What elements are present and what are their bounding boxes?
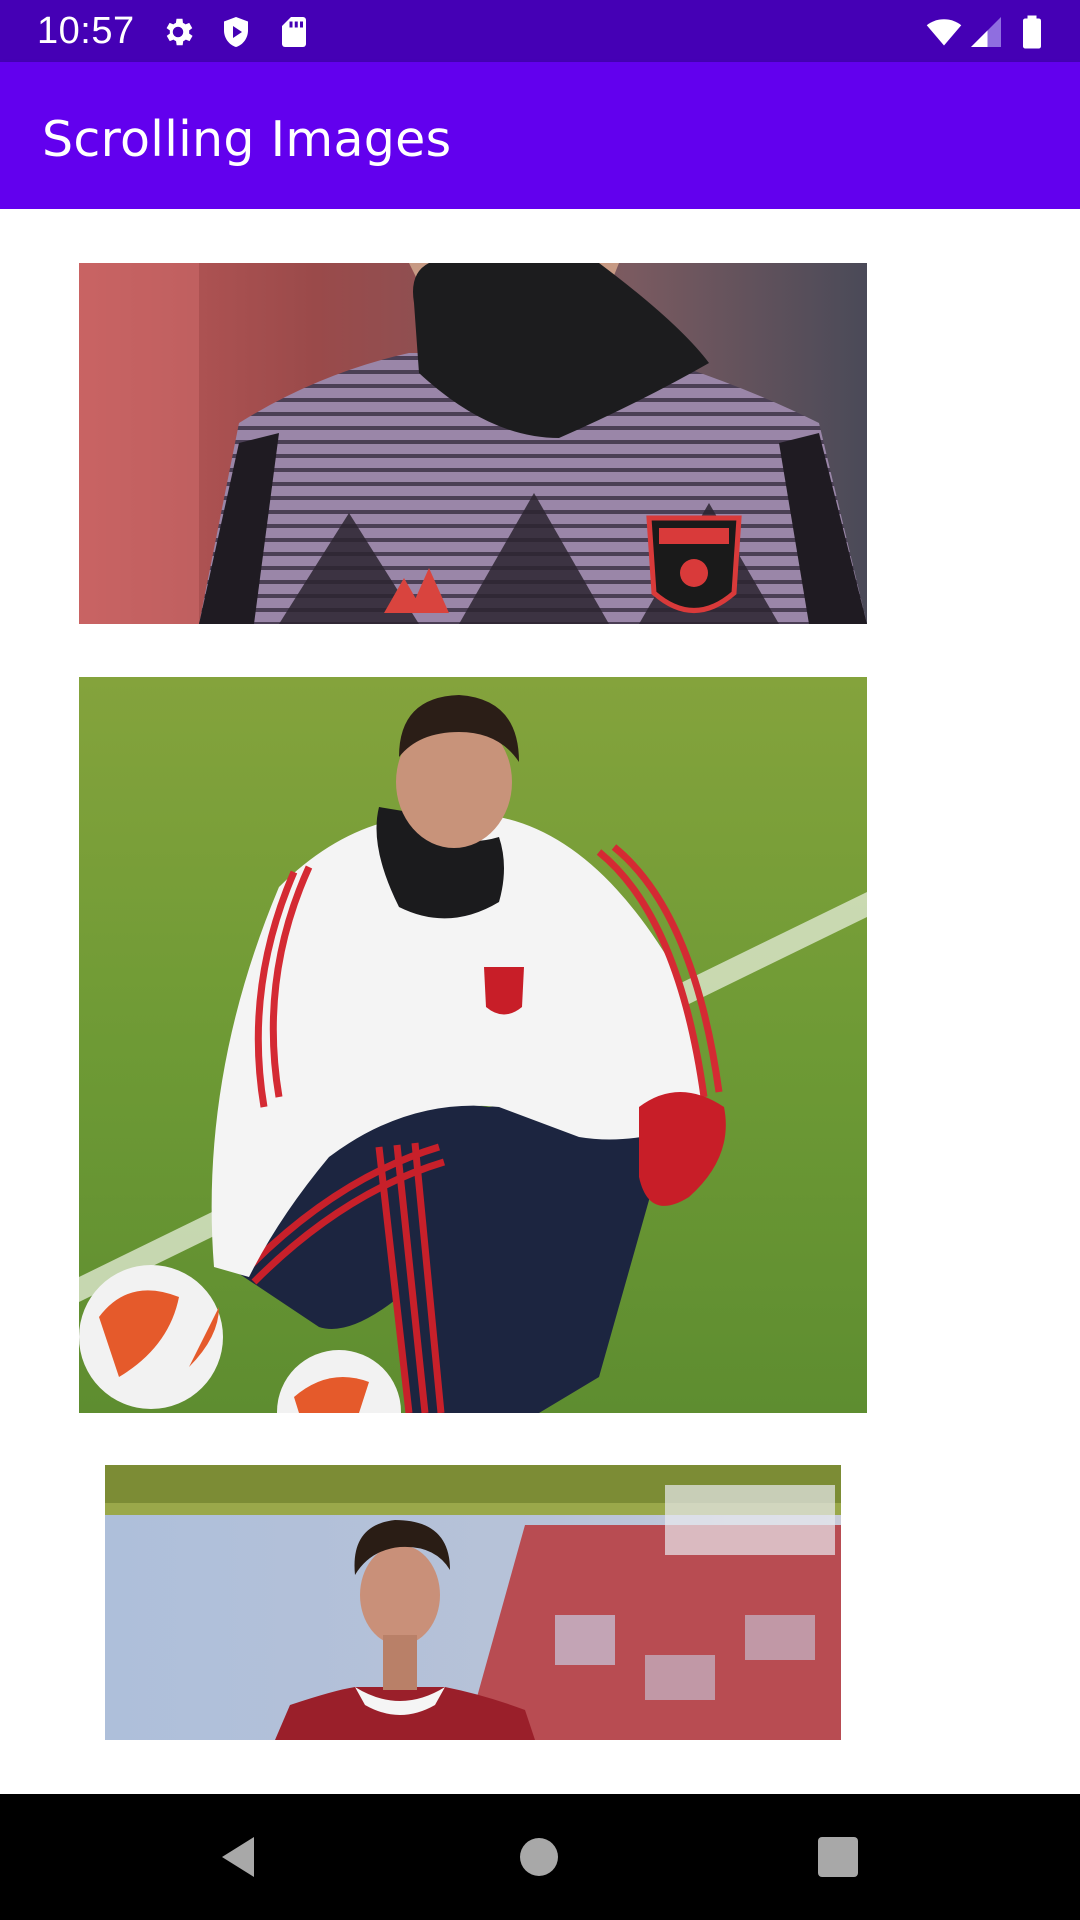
wifi-icon bbox=[922, 14, 966, 50]
status-time: 10:57 bbox=[37, 10, 135, 52]
sd-card-icon bbox=[276, 14, 312, 50]
app-bar: Scrolling Images bbox=[0, 62, 1080, 209]
settings-icon bbox=[160, 14, 196, 50]
image-1 bbox=[79, 263, 867, 624]
shield-icon bbox=[218, 14, 254, 50]
recents-icon[interactable] bbox=[808, 1827, 868, 1887]
image-3 bbox=[105, 1465, 841, 1740]
battery-icon bbox=[1014, 14, 1050, 50]
navigation-bar bbox=[0, 1794, 1080, 1920]
image-scroll-list[interactable] bbox=[0, 209, 1080, 1794]
app-title: Scrolling Images bbox=[42, 111, 452, 168]
status-bar: 10:57 bbox=[0, 0, 1080, 62]
back-icon[interactable] bbox=[210, 1827, 270, 1887]
image-2 bbox=[79, 677, 867, 1413]
home-icon[interactable] bbox=[509, 1827, 569, 1887]
signal-icon bbox=[968, 14, 1004, 50]
